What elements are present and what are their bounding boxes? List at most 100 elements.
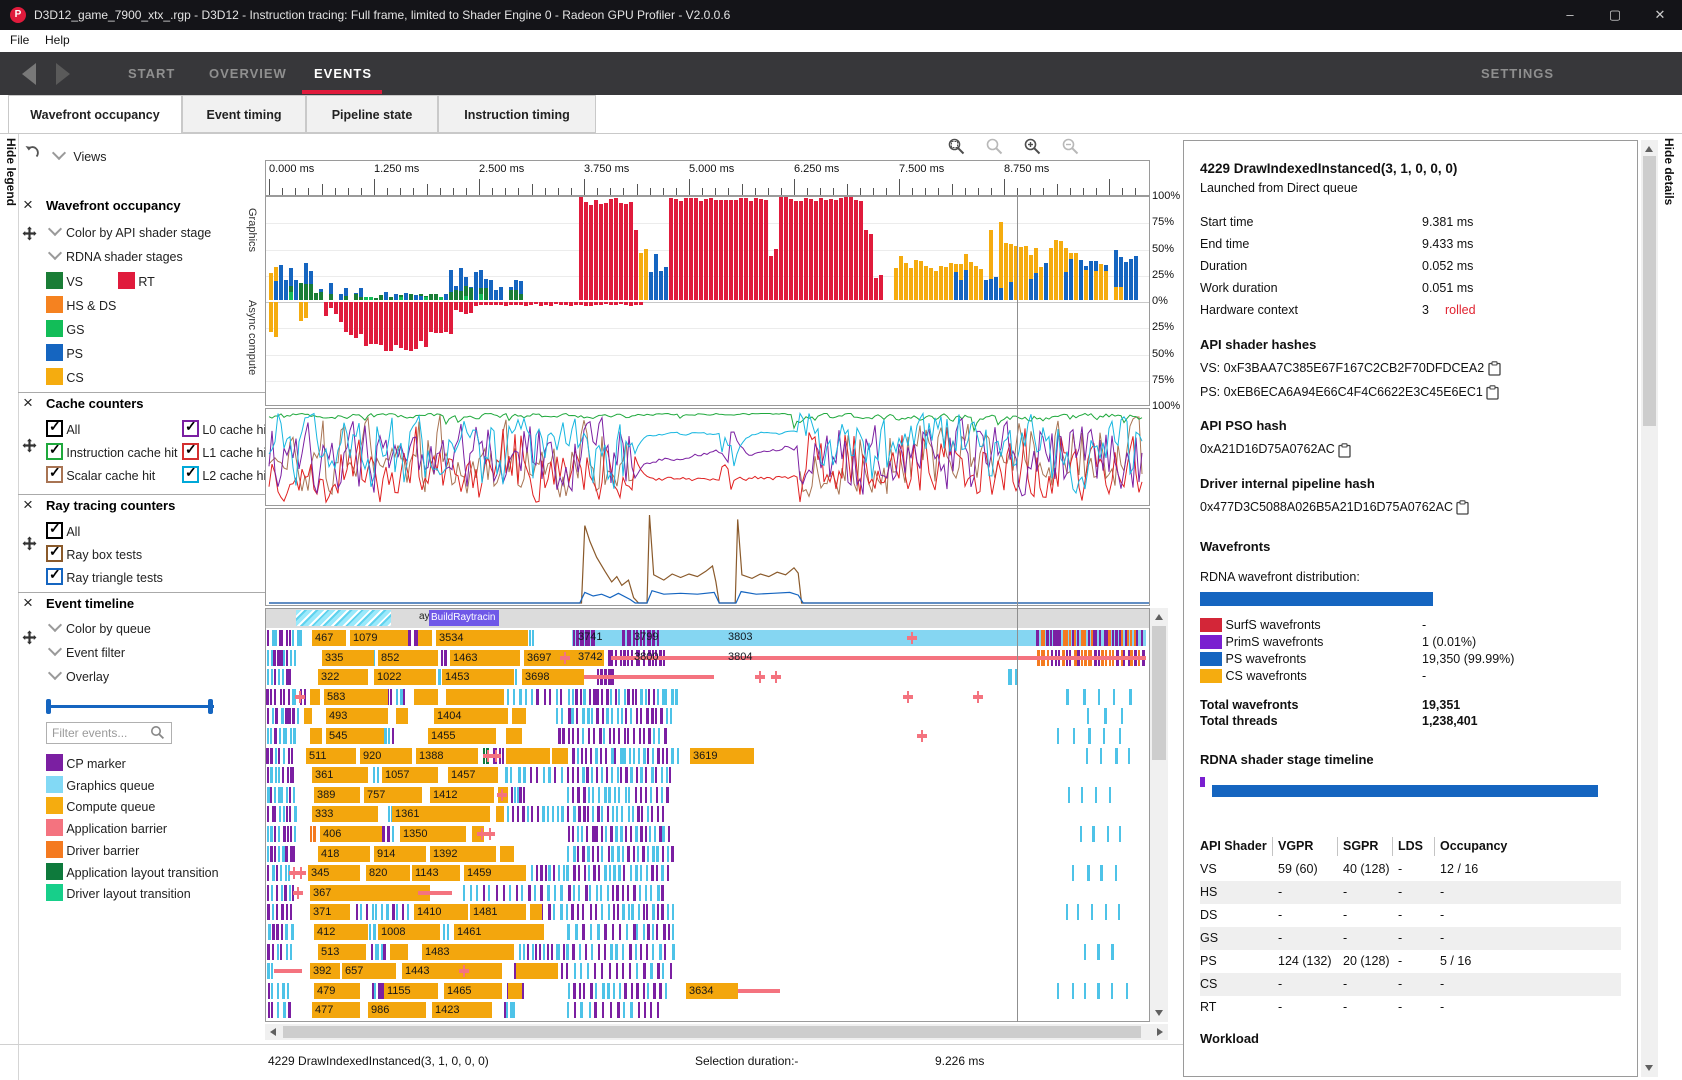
nav-back-icon[interactable]: [22, 63, 36, 85]
timeline-event-bar[interactable]: 545: [326, 728, 384, 744]
timeline-event-bar[interactable]: 511: [306, 748, 356, 764]
move-occupancy-section-icon[interactable]: [22, 226, 37, 241]
timeline-event-bar[interactable]: [310, 689, 320, 705]
tab-instruction-timing[interactable]: Instruction timing: [438, 95, 596, 133]
tab-pipeline-state[interactable]: Pipeline state: [306, 95, 438, 133]
clipboard-icon[interactable]: [1488, 361, 1501, 376]
timeline-event-bar[interactable]: 1463: [450, 650, 520, 666]
clipboard-icon[interactable]: [1486, 385, 1499, 400]
timeline-event-bar[interactable]: [418, 630, 432, 646]
timeline-event-bar[interactable]: 1350: [400, 826, 466, 842]
scroll-down-icon[interactable]: [1645, 1065, 1653, 1071]
timeline-event-bar[interactable]: 1423: [432, 1002, 492, 1018]
details-vscrollbar[interactable]: [1641, 140, 1658, 1077]
timeline-event-bar[interactable]: [512, 708, 526, 724]
checkbox-instruction-cache-hit[interactable]: Instruction cache hit: [46, 443, 178, 463]
move-cache-section-icon[interactable]: [22, 438, 37, 453]
move-timeline-section-icon[interactable]: [22, 630, 37, 645]
timeline-event-bar[interactable]: 820: [366, 865, 410, 881]
hide-legend-strip[interactable]: Hide legend: [4, 138, 18, 206]
checkbox-icon[interactable]: [182, 443, 199, 460]
close-timeline-section-icon[interactable]: ×: [23, 596, 33, 610]
timeline-event-bar[interactable]: 477: [312, 1002, 360, 1018]
timeline-event-bar[interactable]: [530, 904, 542, 920]
timeline-event-bar[interactable]: [304, 708, 312, 724]
timeline-event-bar[interactable]: 3698: [522, 669, 584, 685]
details-vscroll-thumb[interactable]: [1643, 156, 1656, 426]
scroll-down-icon[interactable]: [1155, 1010, 1163, 1016]
close-ray-section-icon[interactable]: ×: [23, 498, 33, 512]
tab-wavefront-occupancy[interactable]: Wavefront occupancy: [8, 95, 182, 133]
timeline-event-bar[interactable]: 493: [326, 708, 388, 724]
timeline-event-bar[interactable]: 367: [310, 885, 430, 901]
checkbox-all[interactable]: All: [46, 522, 80, 542]
timeline-event-bar[interactable]: [396, 708, 408, 724]
checkbox-icon[interactable]: [46, 568, 63, 585]
checkbox-icon[interactable]: [182, 420, 199, 437]
checkbox-scalar-cache-hit[interactable]: Scalar cache hit: [46, 466, 155, 486]
timeline-event-bar[interactable]: 1155: [384, 983, 438, 999]
nav-item-events[interactable]: EVENTS: [314, 66, 372, 81]
rdna-shader-stages-dropdown[interactable]: RDNA shader stages: [50, 248, 183, 264]
checkbox-all[interactable]: All: [46, 420, 80, 440]
timeline-event-bar[interactable]: 1459: [464, 865, 526, 881]
checkbox-icon[interactable]: [46, 443, 63, 460]
close-button[interactable]: ✕: [1638, 0, 1682, 30]
timeline-event-bar[interactable]: [552, 748, 568, 764]
timeline-event-bar[interactable]: [390, 944, 408, 960]
timeline-event-bar[interactable]: 1457: [448, 767, 498, 783]
checkbox-l2-cache-hit[interactable]: L2 cache hit: [182, 466, 270, 486]
move-ray-section-icon[interactable]: [22, 536, 37, 551]
slider-handle-right[interactable]: [208, 699, 213, 714]
scroll-up-icon[interactable]: [1155, 614, 1163, 620]
marker-hatch-bar[interactable]: [296, 610, 391, 626]
views-dropdown[interactable]: Views: [54, 148, 106, 164]
clipboard-icon[interactable]: [1456, 500, 1469, 515]
slider-handle-left[interactable]: [46, 699, 51, 714]
timeline-vscroll-thumb[interactable]: [1152, 626, 1166, 760]
timeline-event-bar[interactable]: 914: [374, 846, 426, 862]
timeline-event-bar[interactable]: 361: [312, 767, 368, 783]
timeline-event-bar[interactable]: [506, 748, 550, 764]
timeline-event-bar[interactable]: 657: [342, 963, 396, 979]
zoom-in-icon[interactable]: [1024, 138, 1042, 156]
color-by-queue-dropdown[interactable]: Color by queue: [50, 620, 151, 636]
event-filter-dropdown[interactable]: Event filter: [50, 644, 125, 660]
timeline-event-bar[interactable]: 3534: [436, 630, 528, 646]
nav-forward-icon[interactable]: [56, 63, 70, 85]
checkbox-icon[interactable]: [182, 466, 199, 483]
timeline-event-bar[interactable]: 1453: [442, 669, 514, 685]
timeline-event-bar[interactable]: [446, 689, 504, 705]
timeline-event-bar[interactable]: 467: [312, 630, 346, 646]
hide-details-strip[interactable]: Hide details: [1662, 138, 1676, 205]
timeline-event-bar[interactable]: [310, 728, 322, 744]
zoom-to-selection-icon[interactable]: [948, 138, 966, 156]
checkbox-icon[interactable]: [46, 545, 63, 562]
timeline-event-bar[interactable]: 1361: [392, 806, 490, 822]
marker-event-bar[interactable]: BuildRaytracin: [429, 610, 499, 626]
timeline-event-bar[interactable]: 1079: [350, 630, 408, 646]
timeline-event-bar[interactable]: 1392: [430, 846, 496, 862]
timeline-event-bar[interactable]: 1481: [470, 904, 526, 920]
tab-event-timing[interactable]: Event timing: [182, 95, 306, 133]
timeline-event-bar[interactable]: 3619: [690, 748, 754, 764]
timeline-event-bar[interactable]: 412: [314, 924, 368, 940]
close-cache-section-icon[interactable]: ×: [23, 396, 33, 410]
scroll-up-icon[interactable]: [1645, 146, 1653, 152]
color-by-api-stage-dropdown[interactable]: Color by API shader stage: [50, 224, 211, 240]
timeline-event-bar[interactable]: 322: [318, 669, 368, 685]
time-ruler[interactable]: 0.000 ms1.250 ms2.500 ms3.750 ms5.000 ms…: [265, 160, 1150, 196]
checkbox-ray-box-tests[interactable]: Ray box tests: [46, 545, 142, 565]
close-occupancy-section-icon[interactable]: ×: [23, 198, 33, 212]
timeline-event-bar[interactable]: 1412: [430, 787, 494, 803]
timeline-event-bar[interactable]: 333: [312, 806, 378, 822]
timeline-event-bar[interactable]: 757: [364, 787, 422, 803]
timeline-event-bar[interactable]: 583: [324, 689, 388, 705]
timeline-event-bar[interactable]: 1443: [402, 963, 502, 979]
back-to-views-icon[interactable]: [24, 144, 40, 160]
timeline-event-bar[interactable]: 406: [320, 826, 382, 842]
timeline-event-bar[interactable]: 1057: [382, 767, 438, 783]
timeline-event-bar[interactable]: 479: [314, 983, 360, 999]
timeline-hscroll-thumb[interactable]: [283, 1026, 1141, 1038]
timeline-event-bar[interactable]: 392: [310, 963, 340, 979]
